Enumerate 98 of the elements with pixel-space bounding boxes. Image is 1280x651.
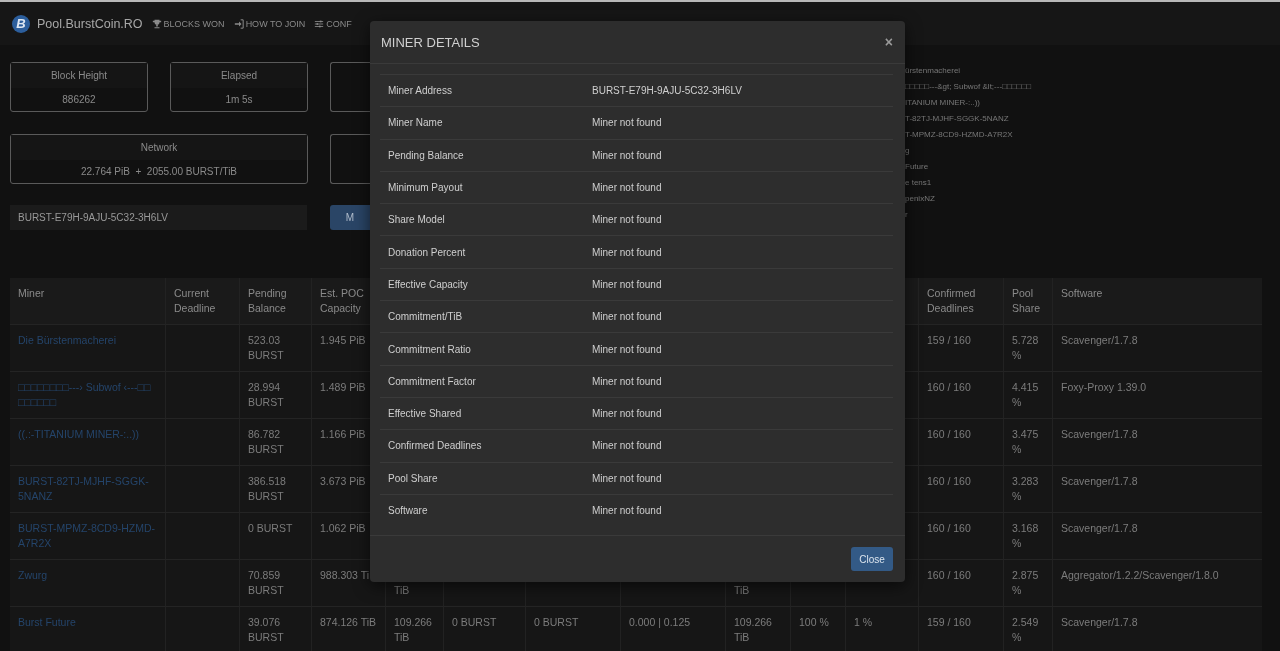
table-cell: 874.126 TiB: [311, 606, 385, 651]
detail-value: Miner not found: [592, 343, 663, 355]
detail-label: Confirmed Deadlines: [388, 440, 483, 452]
table-cell: 2.875 %: [1003, 559, 1052, 606]
table-cell: Scavenger/1.7.8: [1052, 606, 1262, 651]
detail-label: Commitment/TiB: [388, 311, 464, 323]
column-header: Confirmed Deadlines: [918, 278, 1003, 324]
miner-name[interactable]: Future: [905, 162, 929, 171]
address-field[interactable]: BURST-E79H-9AJU-5C32-3H6LV: [10, 205, 307, 230]
stat-label: Elapsed: [220, 70, 258, 81]
table-cell: Scavenger/1.7.8: [1052, 512, 1262, 559]
sliders-icon: [314, 18, 325, 29]
detail-label: Donation Percent: [388, 246, 467, 258]
table-cell: 28.994 BURST: [239, 371, 311, 418]
detail-label: Commitment Ratio: [388, 343, 472, 355]
detail-label: Pool Share: [388, 472, 439, 484]
table-cell: 0 BURST: [443, 606, 525, 651]
miner-name[interactable]: ürstenmacherei: [905, 66, 961, 75]
table-cell: 2.549 %: [1003, 606, 1052, 651]
table-cell: 160 / 160: [918, 418, 1003, 465]
sign-in-icon: [233, 18, 244, 29]
lookup-button[interactable]: M: [330, 205, 370, 230]
stat-value: 22.764 PiB + 2055.00 BURST/TiB: [80, 166, 238, 177]
detail-label: Effective Shared: [388, 408, 463, 420]
table-cell: 5.728 %: [1003, 324, 1052, 371]
detail-label: Pending Balance: [388, 149, 465, 161]
table-cell: 3.283 %: [1003, 465, 1052, 512]
table-cell: 0 BURST: [525, 606, 620, 651]
detail-label: Miner Name: [388, 117, 444, 129]
table-cell: 523.03 BURST: [239, 324, 311, 371]
close-button[interactable]: ×: [884, 34, 893, 50]
table-cell: Scavenger/1.7.8: [1052, 465, 1262, 512]
detail-label: Share Model: [388, 214, 446, 226]
miner-name[interactable]: g: [905, 146, 910, 155]
column-header: Pending Balance: [239, 278, 311, 324]
stat-value: 886262: [62, 94, 96, 105]
column-header: Pool Share: [1003, 278, 1052, 324]
table-cell: 0 BURST: [239, 512, 311, 559]
detail-label: Commitment Factor: [388, 375, 477, 387]
logo-icon[interactable]: B: [12, 14, 30, 33]
table-cell: 70.859 BURST: [239, 559, 311, 606]
table-cell: 109.266 TiB: [385, 606, 443, 651]
detail-value: Miner not found: [592, 408, 663, 420]
table-cell: 159 / 160: [918, 606, 1003, 651]
detail-label: Miner Address: [388, 85, 453, 97]
column-header: Software: [1052, 278, 1262, 324]
stat-label: Network: [140, 142, 178, 153]
nav-link[interactable]: HOW TO JOIN: [233, 18, 306, 29]
detail-label: Software: [388, 505, 429, 516]
table-cell: 160 / 160: [918, 512, 1003, 559]
table-cell: 160 / 160: [918, 465, 1003, 512]
detail-value: Miner not found: [592, 214, 663, 226]
miner-name[interactable]: T-MPMZ-8CD9-HZMD-A7R2X: [905, 130, 1013, 139]
nav-link[interactable]: BLOCKS WON: [151, 18, 225, 29]
dialog-title: MINER DETAILS: [381, 34, 480, 50]
detail-value: Miner not found: [592, 375, 663, 387]
miner-name[interactable]: T-82TJ-MJHF-SGGK-5NANZ: [905, 114, 1009, 123]
miner-name[interactable]: e tens1: [905, 178, 932, 187]
table-cell: Scavenger/1.7.8: [1052, 324, 1262, 371]
stat-label: Block Height: [50, 70, 108, 81]
miner-name[interactable]: penixNZ: [905, 194, 935, 203]
miner-name[interactable]: ITANIUM MINER-:..)): [905, 98, 980, 107]
table-cell: Scavenger/1.7.8: [1052, 418, 1262, 465]
table-cell: 1 %: [845, 606, 918, 651]
detail-value: Miner not found: [592, 278, 663, 290]
table-cell: 3.475 %: [1003, 418, 1052, 465]
nav-link[interactable]: CONF: [314, 18, 352, 29]
table-cell: 159 / 160: [918, 324, 1003, 371]
detail-value: Miner not found: [592, 311, 663, 323]
table-cell: 86.782 BURST: [239, 418, 311, 465]
table-cell: 386.518 BURST: [239, 465, 311, 512]
detail-value: Miner not found: [592, 149, 663, 161]
table-cell: 160 / 160: [918, 371, 1003, 418]
table-cell: 39.076 BURST: [239, 606, 311, 651]
table-cell: 0.000 | 0.125: [620, 606, 725, 651]
table-cell: 3.168 %: [1003, 512, 1052, 559]
table-cell: 4.415 %: [1003, 371, 1052, 418]
detail-value: Miner not found: [592, 472, 663, 484]
table-cell: Aggregator/1.2.2/Scavenger/1.8.0: [1052, 559, 1262, 606]
brand-name[interactable]: Pool.BurstCoin.RO: [37, 16, 143, 31]
detail-value: Miner not found: [592, 117, 663, 129]
table-cell: 109.266 TiB: [725, 606, 790, 651]
close-button[interactable]: Close: [851, 547, 893, 571]
trophy-icon: [151, 18, 162, 29]
column-header: Current Deadline: [165, 278, 239, 324]
detail-value: BURST-E79H-9AJU-5C32-3H6LV: [592, 85, 743, 97]
detail-label: Effective Capacity: [388, 278, 469, 290]
table-cell: Foxy-Proxy 1.39.0: [1052, 371, 1262, 418]
detail-value: Miner not found: [592, 440, 663, 452]
column-header: Miner: [10, 278, 165, 324]
table-cell: 100 %: [790, 606, 845, 651]
stat-value: 1m 5s: [225, 94, 253, 105]
detail-label: Minimum Payout: [388, 182, 464, 194]
table-cell: 160 / 160: [918, 559, 1003, 606]
detail-value: Miner not found: [592, 182, 663, 194]
detail-value: Miner not found: [592, 246, 663, 258]
detail-value: Miner not found: [592, 505, 663, 516]
miner-name[interactable]: □□□□□---&gt; Subwof &lt;---□□□□□□: [905, 82, 1032, 91]
